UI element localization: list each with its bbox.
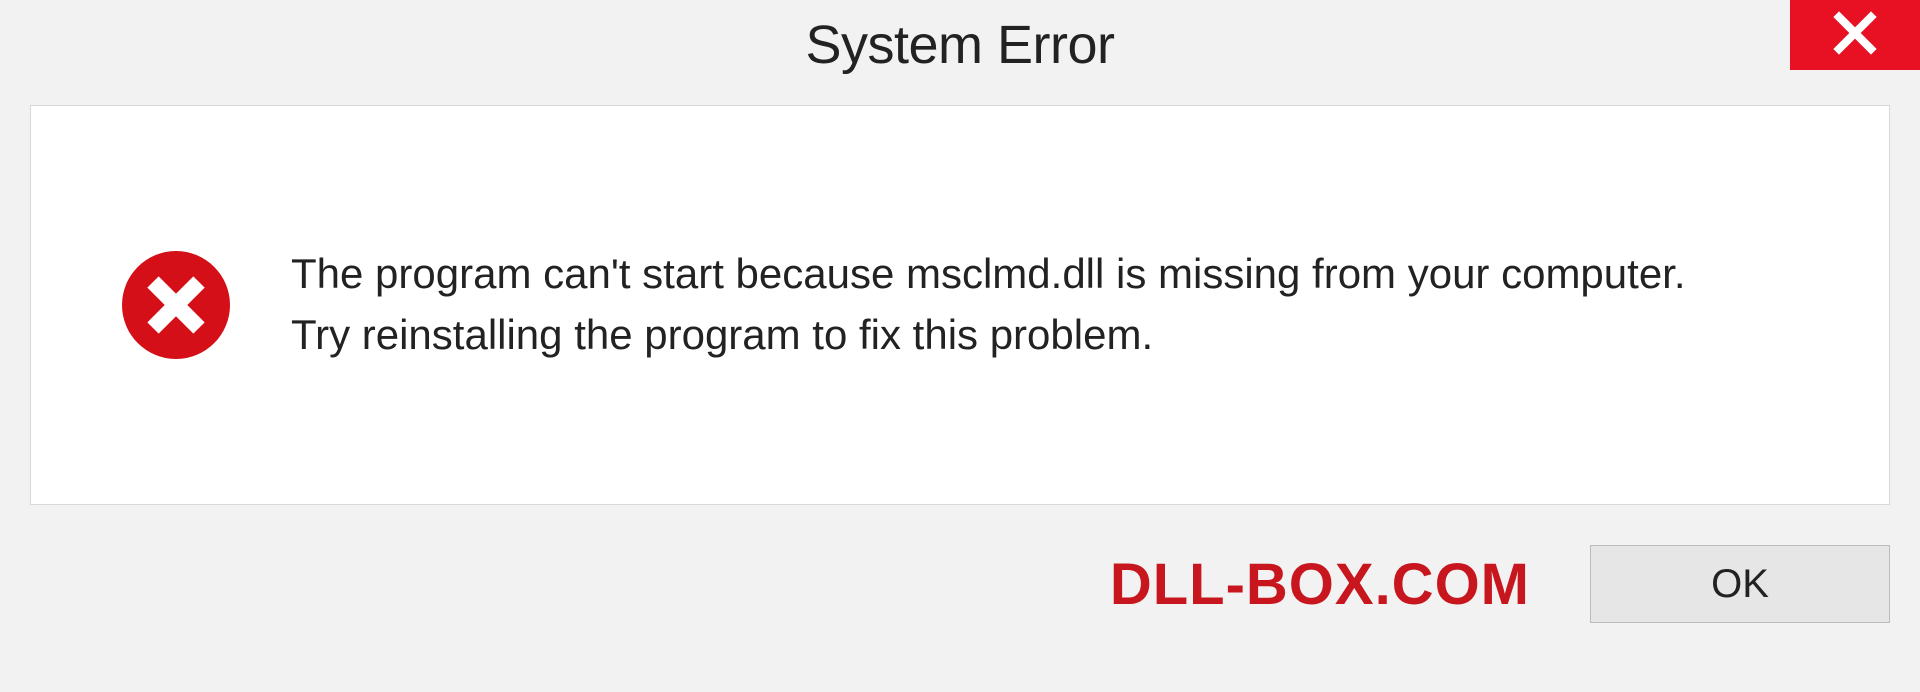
close-button[interactable] [1790, 0, 1920, 70]
dialog-footer: DLL-BOX.COM OK [30, 545, 1890, 623]
dialog-title: System Error [805, 14, 1114, 76]
error-message-line1: The program can't start because msclmd.d… [291, 244, 1829, 305]
ok-button[interactable]: OK [1590, 545, 1890, 623]
dialog-titlebar: System Error [0, 0, 1920, 90]
error-message-line2: Try reinstalling the program to fix this… [291, 305, 1829, 366]
watermark-text: DLL-BOX.COM [1110, 551, 1530, 618]
error-icon [121, 250, 231, 360]
close-icon [1833, 11, 1877, 60]
dialog-content: The program can't start because msclmd.d… [30, 105, 1890, 505]
error-message: The program can't start because msclmd.d… [291, 244, 1829, 366]
